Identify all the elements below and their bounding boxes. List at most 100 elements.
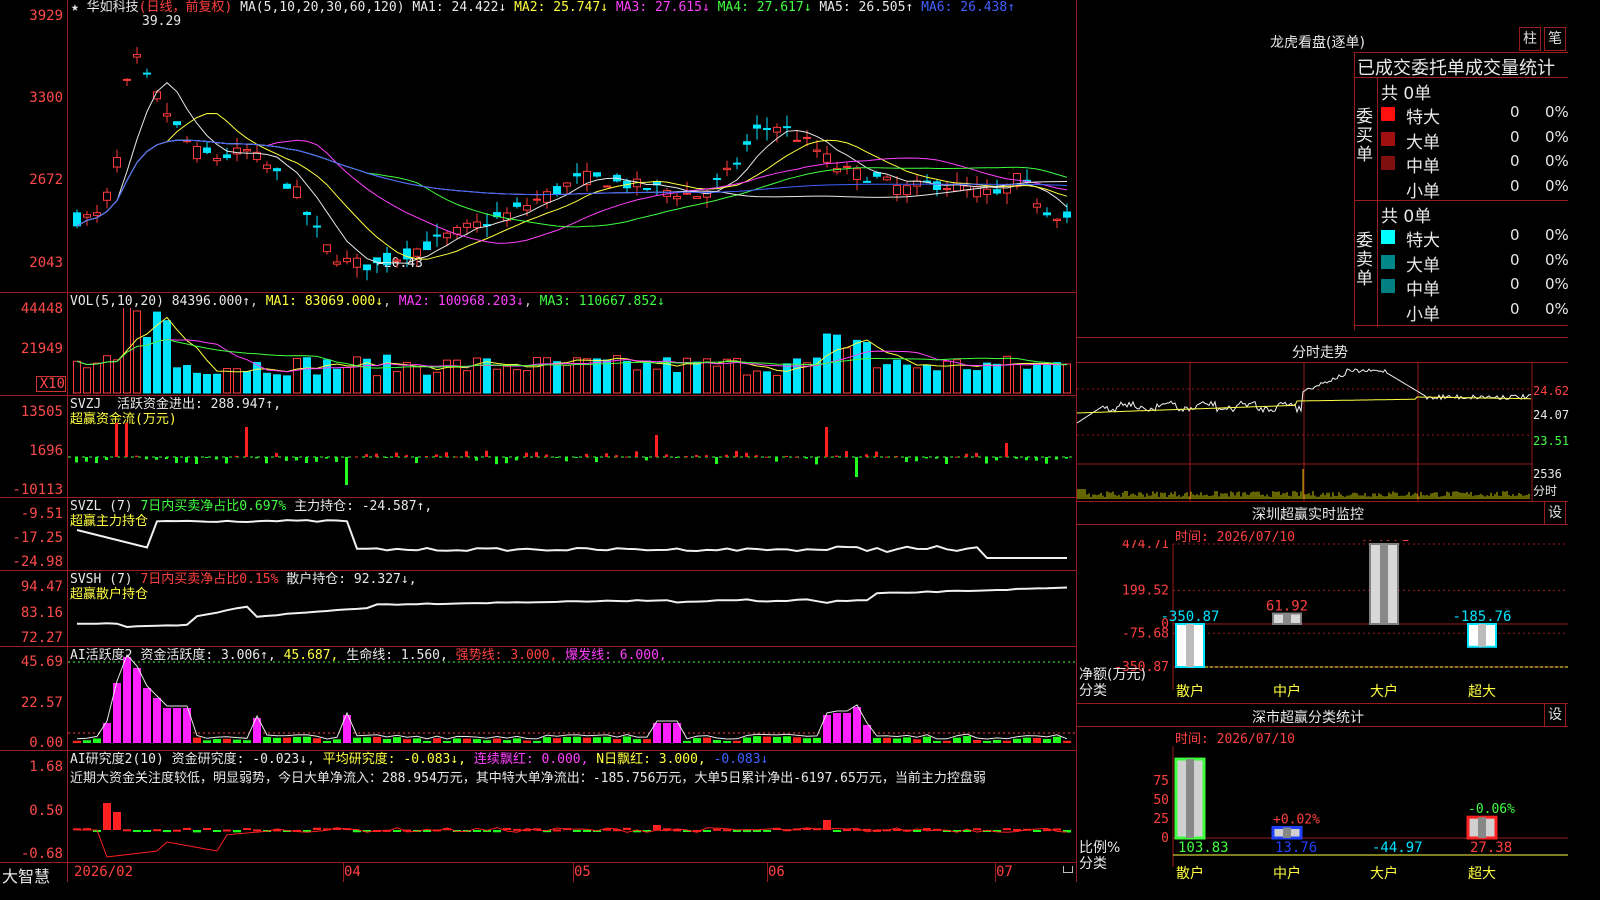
intraday-chart[interactable] bbox=[1077, 363, 1568, 501]
y-tick: 474.71 bbox=[1122, 540, 1169, 552]
ai-research-chart[interactable] bbox=[68, 751, 1076, 862]
candle-body bbox=[713, 177, 721, 180]
activity-bar bbox=[853, 707, 861, 743]
volume-bar bbox=[1063, 363, 1071, 394]
activity-bar bbox=[1043, 738, 1051, 743]
flow-bar bbox=[125, 423, 128, 457]
y-tick: -24.98 bbox=[12, 554, 63, 570]
volume-bar bbox=[523, 370, 531, 394]
candle-body bbox=[943, 187, 951, 191]
volume-bar bbox=[983, 362, 991, 394]
volume-chart[interactable] bbox=[68, 308, 1076, 395]
ai-activity-chart[interactable] bbox=[68, 647, 1076, 750]
vol-unit: X10 bbox=[36, 376, 66, 392]
volume-bar bbox=[633, 369, 641, 394]
candle-body bbox=[193, 146, 201, 160]
flow-bar bbox=[85, 457, 88, 462]
volume-bar bbox=[103, 355, 111, 394]
flow-bar bbox=[795, 456, 798, 458]
buy-total: 共 0单 bbox=[1381, 84, 1432, 104]
y-tick: 83.16 bbox=[20, 605, 63, 621]
flow-bar bbox=[215, 457, 218, 460]
kline-chart[interactable] bbox=[68, 14, 1076, 292]
research-bar bbox=[393, 830, 401, 832]
candle-body bbox=[763, 128, 771, 131]
volume-bar bbox=[513, 369, 521, 394]
y-tick: 94.47 bbox=[20, 579, 63, 595]
flow-bar bbox=[995, 457, 998, 461]
main-position-chart[interactable] bbox=[68, 498, 1076, 570]
activity-bar bbox=[743, 737, 751, 743]
ma-4-value: MA4: 27.617↓ bbox=[709, 0, 812, 15]
research-bar bbox=[163, 830, 171, 833]
activity-bar bbox=[803, 738, 811, 743]
candle-body bbox=[793, 139, 801, 142]
candle-body bbox=[693, 196, 701, 199]
order-count: 0 bbox=[1510, 103, 1520, 121]
candle-body bbox=[93, 212, 101, 216]
order-color-swatch bbox=[1381, 156, 1395, 170]
order-percent: 0% bbox=[1545, 299, 1569, 318]
research-bar bbox=[653, 825, 661, 830]
panel-divider bbox=[0, 395, 1077, 396]
research-bar bbox=[763, 830, 771, 832]
volume-bar bbox=[553, 361, 561, 394]
monitor-bar-chart[interactable]: 474.71199.520-75.68-350.87-350.8761.9247… bbox=[1077, 540, 1568, 702]
activity-bar bbox=[153, 698, 161, 743]
flow-bar bbox=[365, 454, 368, 457]
research-bar bbox=[223, 829, 231, 832]
period-note[interactable]: (日线，前复权) bbox=[139, 0, 233, 15]
activity-bar bbox=[933, 740, 941, 743]
activity-bar bbox=[403, 739, 411, 743]
order-percent: 0% bbox=[1545, 275, 1569, 293]
fs-tick: 23.51 bbox=[1533, 434, 1570, 448]
candle-body bbox=[753, 124, 761, 129]
activity-bar bbox=[583, 737, 591, 743]
candle-body bbox=[863, 180, 871, 183]
volume-bar bbox=[493, 368, 501, 394]
activity-bar bbox=[93, 738, 101, 743]
volume-bar bbox=[173, 367, 181, 394]
candle-body bbox=[123, 78, 131, 81]
tick-mode-button[interactable]: 笔 bbox=[1544, 27, 1566, 51]
order-type: 特大 bbox=[1406, 108, 1440, 128]
stock-name[interactable]: 华如科技 bbox=[87, 0, 139, 15]
volume-bar bbox=[663, 357, 671, 394]
fund-flow-chart[interactable] bbox=[68, 410, 1076, 496]
bar-mode-button[interactable]: 柱 bbox=[1519, 27, 1541, 51]
research-bar bbox=[203, 827, 211, 830]
category-label: 大户 bbox=[1370, 865, 1398, 882]
category-label: 中户 bbox=[1273, 683, 1301, 700]
volume-bar bbox=[603, 359, 611, 394]
candle-body bbox=[533, 198, 541, 201]
order-count: 0 bbox=[1510, 226, 1520, 244]
stat-settings-button[interactable]: 设 bbox=[1544, 703, 1566, 727]
flow-bar bbox=[405, 455, 408, 457]
y-tick: 44448 bbox=[20, 301, 63, 317]
ma-3-value: MA3: 27.615↓ bbox=[608, 0, 710, 15]
star-icon[interactable]: ★ bbox=[71, 0, 79, 15]
volume-bar bbox=[153, 311, 161, 394]
monitor-settings-button[interactable]: 设 bbox=[1544, 501, 1566, 525]
category-label: 散户 bbox=[1176, 683, 1204, 700]
activity-bar bbox=[1063, 740, 1071, 743]
order-count: 0 bbox=[1510, 176, 1520, 195]
monitor-title: 深圳超赢实时监控 bbox=[1252, 507, 1364, 523]
y-tick: 13505 bbox=[20, 404, 63, 420]
flow-bar bbox=[1045, 457, 1048, 464]
lock-icon[interactable] bbox=[1063, 866, 1073, 873]
stat-bar-chart[interactable]: 75 50 25 0 103.83 13.76 +0.02% -44.97 27.38 -0.06… bbox=[1077, 742, 1568, 882]
activity-bar bbox=[983, 740, 991, 743]
volume-bar bbox=[543, 357, 551, 394]
volume-bar bbox=[393, 371, 401, 394]
candle-body bbox=[73, 212, 81, 227]
candle-body bbox=[223, 154, 231, 159]
volume-bar bbox=[293, 357, 301, 394]
candle-body bbox=[773, 126, 781, 133]
retail-position-chart[interactable] bbox=[68, 571, 1076, 646]
flow-bar bbox=[325, 457, 328, 459]
flow-bar bbox=[105, 457, 108, 461]
category-label: 超大 bbox=[1468, 684, 1496, 700]
ratio-bar-shade bbox=[1283, 827, 1291, 838]
y-tick: 1696 bbox=[29, 443, 63, 459]
